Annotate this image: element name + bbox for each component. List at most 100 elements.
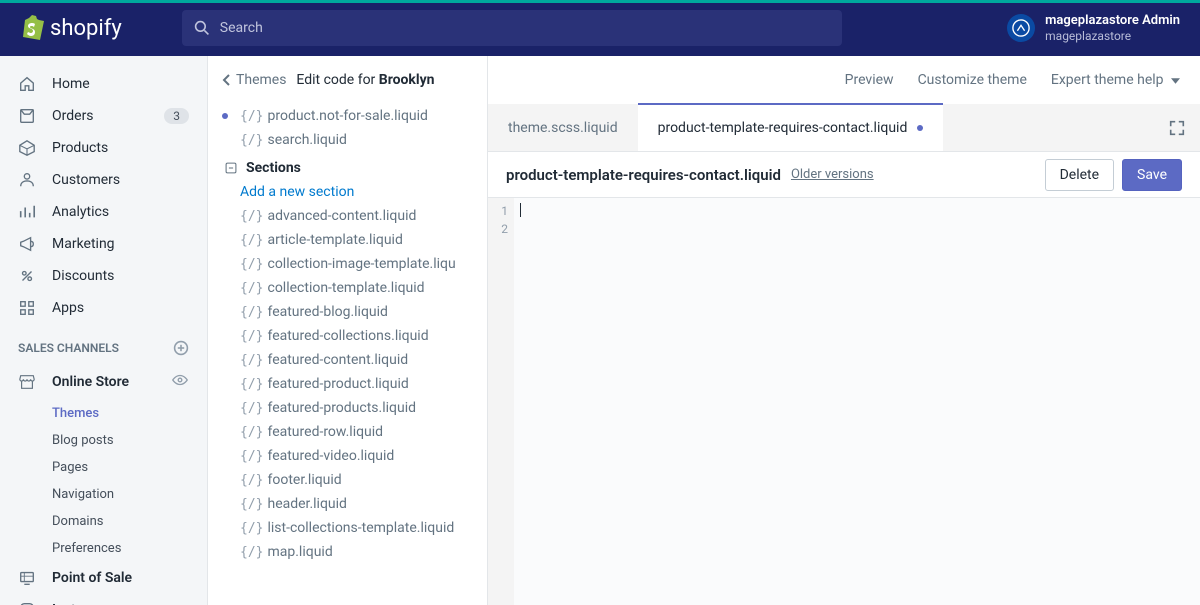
instagram-icon [18, 601, 36, 605]
chevron-down-icon [1171, 78, 1180, 84]
sidebar: HomeOrders3ProductsCustomersAnalyticsMar… [0, 56, 208, 605]
user-name: mageplazastore Admin [1045, 13, 1180, 29]
nav-item-orders[interactable]: Orders3 [0, 100, 207, 132]
editor-tabs: theme.scss.liquidproduct-template-requir… [488, 104, 1200, 152]
search-bar[interactable] [182, 10, 842, 46]
shopify-bag-icon [20, 15, 44, 41]
chevron-left-icon [222, 73, 232, 87]
liquid-file-icon: {/} [240, 497, 263, 512]
liquid-file-icon: {/} [240, 545, 263, 560]
liquid-file-icon: {/} [240, 209, 263, 224]
code-editor[interactable]: 12 [488, 198, 1200, 605]
products-icon [18, 139, 36, 157]
older-versions-link[interactable]: Older versions [791, 167, 874, 182]
file-item[interactable]: {/} featured-video.liquid [208, 444, 487, 468]
liquid-file-icon: {/} [240, 449, 263, 464]
line-gutter: 12 [488, 198, 514, 605]
file-item[interactable]: {/} collection-template.liquid [208, 276, 487, 300]
channel-instagram[interactable]: Instagram [0, 594, 207, 605]
nav-item-customers[interactable]: Customers [0, 164, 207, 196]
file-item[interactable]: {/} search.liquid [208, 128, 487, 152]
file-item[interactable]: {/} featured-row.liquid [208, 420, 487, 444]
subnav-pages[interactable]: Pages [0, 454, 207, 481]
liquid-file-icon: {/} [240, 401, 263, 416]
brand-text: shopify [50, 16, 122, 41]
expert-help-link[interactable]: Expert theme help [1051, 72, 1180, 88]
editor-area: Preview Customize theme Expert theme hel… [488, 56, 1200, 605]
folder-collapse-icon [224, 161, 238, 175]
badge: 3 [164, 108, 189, 124]
editor-tab[interactable]: product-template-requires-contact.liquid [638, 103, 944, 151]
liquid-file-icon: {/} [240, 473, 263, 488]
pos-icon [18, 569, 36, 587]
liquid-file-icon: {/} [240, 425, 263, 440]
file-item[interactable]: {/} featured-product.liquid [208, 372, 487, 396]
file-item[interactable]: {/} map.liquid [208, 540, 487, 564]
marketing-icon [18, 235, 36, 253]
modified-dot [917, 125, 923, 131]
user-menu[interactable]: mageplazastore Admin mageplazastore [1007, 13, 1180, 43]
delete-button[interactable]: Delete [1045, 159, 1114, 191]
folder-sections[interactable]: Sections [208, 152, 487, 180]
liquid-file-icon: {/} [240, 305, 263, 320]
nav-item-apps[interactable]: Apps [0, 292, 207, 324]
search-input[interactable] [220, 20, 830, 36]
file-tree-panel: Themes Edit code for Brooklyn {/} produc… [208, 56, 488, 605]
nav-item-marketing[interactable]: Marketing [0, 228, 207, 260]
file-item[interactable]: {/} featured-collections.liquid [208, 324, 487, 348]
apps-icon [18, 299, 36, 317]
store-icon [18, 373, 36, 391]
code-body[interactable] [514, 198, 1200, 605]
save-button[interactable]: Save [1122, 159, 1182, 191]
add-section-link[interactable]: Add a new section [208, 180, 487, 204]
file-item[interactable]: {/} collection-image-template.liqu [208, 252, 487, 276]
nav-item-products[interactable]: Products [0, 132, 207, 164]
subnav-preferences[interactable]: Preferences [0, 535, 207, 562]
file-item[interactable]: {/} advanced-content.liquid [208, 204, 487, 228]
subnav-navigation[interactable]: Navigation [0, 481, 207, 508]
home-icon [18, 75, 36, 93]
eye-icon[interactable] [171, 371, 189, 393]
analytics-icon [18, 203, 36, 221]
file-item[interactable]: {/} list-collections-template.liquid [208, 516, 487, 540]
file-item[interactable]: {/} article-template.liquid [208, 228, 487, 252]
file-item[interactable]: {/} featured-blog.liquid [208, 300, 487, 324]
file-item[interactable]: {/} product.not-for-sale.liquid [208, 104, 487, 128]
editor-tab[interactable]: theme.scss.liquid [488, 104, 638, 151]
shopify-logo[interactable]: shopify [20, 15, 122, 41]
liquid-file-icon: {/} [240, 233, 263, 248]
top-bar: shopify mageplazastore Admin mageplazast… [0, 0, 1200, 56]
orders-icon [18, 107, 36, 125]
channel-point-of-sale[interactable]: Point of Sale [0, 562, 207, 594]
customize-link[interactable]: Customize theme [918, 72, 1027, 88]
sales-channels-heading: SALES CHANNELS [0, 324, 207, 364]
avatar [1007, 14, 1035, 42]
add-channel-icon[interactable] [173, 340, 189, 356]
breadcrumb-title: Edit code for Brooklyn [296, 72, 434, 88]
file-tree[interactable]: {/} product.not-for-sale.liquid{/} searc… [208, 104, 487, 605]
liquid-file-icon: {/} [240, 353, 263, 368]
user-store: mageplazastore [1045, 29, 1180, 43]
file-item[interactable]: {/} footer.liquid [208, 468, 487, 492]
customers-icon [18, 171, 36, 189]
subnav-domains[interactable]: Domains [0, 508, 207, 535]
channel-online-store[interactable]: Online Store [0, 364, 207, 400]
liquid-file-icon: {/} [240, 377, 263, 392]
avatar-icon [1012, 19, 1030, 37]
liquid-file-icon: {/} [240, 133, 263, 148]
file-header: product-template-requires-contact.liquid… [488, 152, 1200, 198]
breadcrumb-back[interactable]: Themes [222, 72, 286, 88]
preview-link[interactable]: Preview [845, 72, 894, 88]
liquid-file-icon: {/} [240, 281, 263, 296]
nav-item-home[interactable]: Home [0, 68, 207, 100]
fullscreen-icon[interactable] [1154, 104, 1200, 151]
liquid-file-icon: {/} [240, 257, 263, 272]
subnav-blog-posts[interactable]: Blog posts [0, 427, 207, 454]
nav-item-analytics[interactable]: Analytics [0, 196, 207, 228]
liquid-file-icon: {/} [240, 109, 263, 124]
file-item[interactable]: {/} header.liquid [208, 492, 487, 516]
nav-item-discounts[interactable]: Discounts [0, 260, 207, 292]
file-item[interactable]: {/} featured-products.liquid [208, 396, 487, 420]
file-item[interactable]: {/} featured-content.liquid [208, 348, 487, 372]
subnav-themes[interactable]: Themes [0, 400, 207, 427]
